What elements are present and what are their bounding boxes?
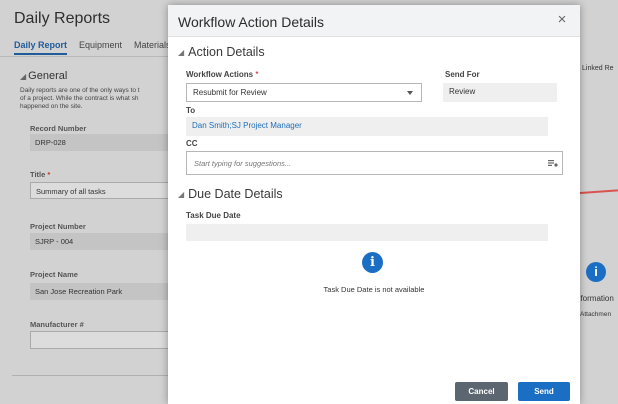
task-due-date-field	[186, 224, 548, 241]
due-date-details-title: Due Date Details	[188, 187, 283, 201]
record-number-label: Record Number	[30, 124, 87, 133]
record-number-field: DRP-028	[30, 134, 175, 151]
due-date-details-header[interactable]: ◢ Due Date Details	[178, 187, 283, 201]
cancel-button[interactable]: Cancel	[455, 382, 508, 401]
contact-picker-icon[interactable]	[548, 159, 558, 167]
dialog-header: Workflow Action Details ×	[168, 5, 580, 37]
cc-input[interactable]: Start typing for suggestions...	[186, 151, 563, 175]
info-icon: i	[362, 252, 383, 273]
project-name-field: San Jose Recreation Park	[30, 283, 175, 300]
workflow-actions-select[interactable]: Resubmit for Review	[186, 83, 422, 102]
tab-equipment[interactable]: Equipment	[79, 40, 122, 55]
chevron-down-icon	[407, 91, 413, 95]
workflow-action-dialog: Workflow Action Details × ◢ Action Detail…	[168, 5, 580, 404]
to-label: To	[186, 106, 196, 115]
action-details-title: Action Details	[188, 45, 265, 59]
page-title: Daily Reports	[14, 10, 111, 27]
title-label: Title *	[30, 170, 50, 179]
linked-records-tab[interactable]: Linked Re	[582, 65, 614, 72]
title-label-text: Title	[30, 170, 46, 179]
info-icon: i	[586, 262, 606, 282]
attachments-label: Attachmen	[580, 311, 612, 318]
action-details-header[interactable]: ◢ Action Details	[178, 45, 265, 59]
close-icon[interactable]: ×	[554, 12, 570, 28]
workflow-actions-label-text: Workflow Actions	[186, 70, 254, 79]
task-due-date-label: Task Due Date	[186, 211, 241, 220]
collapse-triangle-icon: ◢	[178, 190, 185, 199]
title-field[interactable]: Summary of all tasks	[30, 182, 175, 199]
workflow-actions-value: Resubmit for Review	[193, 88, 267, 97]
manufacturer-field[interactable]	[30, 331, 175, 349]
tab-daily-report[interactable]: Daily Report	[14, 40, 68, 55]
general-section-label: General	[28, 70, 68, 82]
workflow-actions-label: Workflow Actions *	[186, 70, 258, 79]
manufacturer-label: Manufacturer #	[30, 320, 84, 329]
tab-divider	[0, 56, 170, 57]
tab-bar: Daily Report Equipment Materials	[14, 40, 171, 55]
project-number-field: SJRP - 004	[30, 233, 175, 250]
send-button[interactable]: Send	[518, 382, 570, 401]
collapse-triangle-icon: ◢	[178, 48, 185, 57]
no-due-date-message: Task Due Date is not available	[323, 285, 425, 294]
information-label: nformation	[576, 294, 614, 303]
send-for-field: Review	[443, 83, 557, 102]
general-description: Daily reports are one of the only ways t…	[20, 87, 140, 110]
project-name-label: Project Name	[30, 270, 78, 279]
collapse-triangle-icon: ◢	[20, 72, 27, 81]
tab-materials[interactable]: Materials	[134, 40, 171, 55]
required-marker: *	[255, 70, 259, 79]
dialog-title: Workflow Action Details	[178, 14, 325, 30]
send-for-label: Send For	[445, 70, 480, 79]
cc-label: CC	[186, 139, 198, 148]
section-divider	[12, 375, 172, 376]
required-marker: *	[47, 170, 51, 179]
general-section-title[interactable]: ◢ General	[20, 70, 67, 82]
project-number-label: Project Number	[30, 222, 86, 231]
to-recipients[interactable]: Dan Smith;SJ Project Manager	[186, 117, 548, 136]
